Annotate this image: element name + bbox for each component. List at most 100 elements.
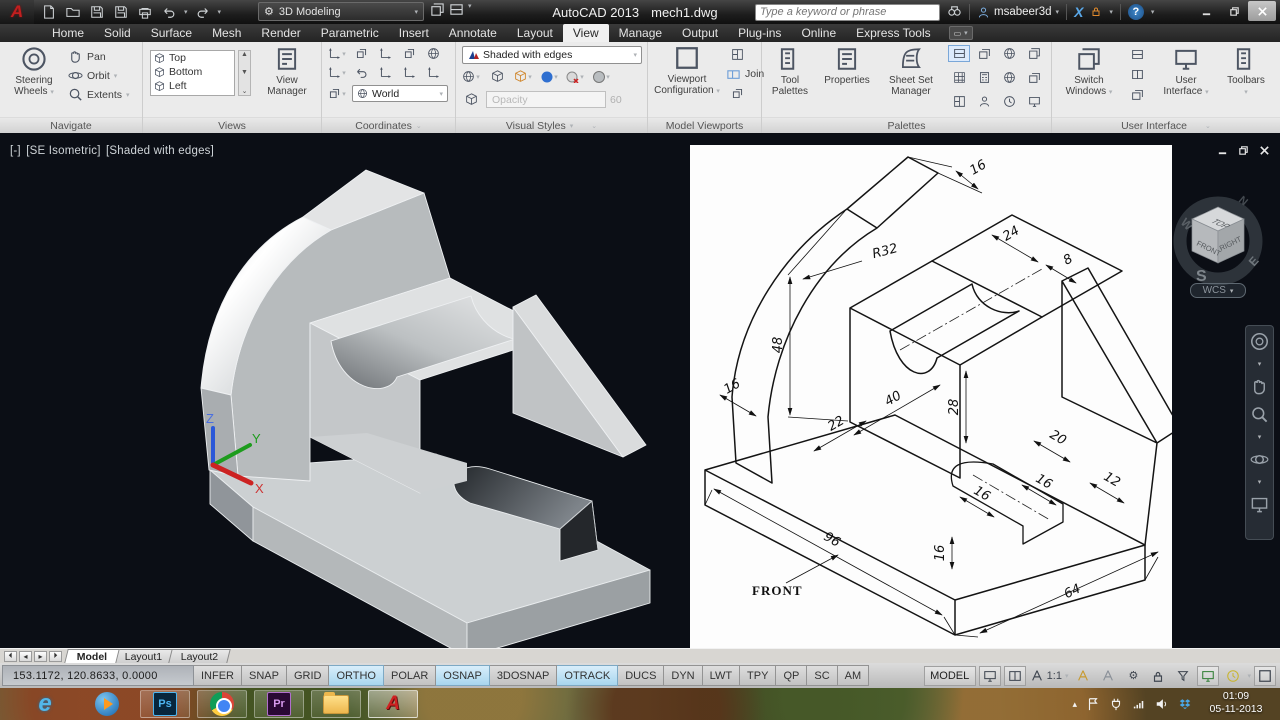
toggle-dyn[interactable]: DYN: [664, 665, 702, 686]
help-button[interactable]: ?: [1128, 4, 1144, 20]
ucs-view-button[interactable]: [422, 45, 444, 62]
showmotion-button[interactable]: [1250, 495, 1269, 514]
face-color-button[interactable]: ▾: [512, 68, 534, 85]
search-input[interactable]: [755, 4, 940, 21]
panel-title-views[interactable]: Views: [143, 117, 321, 133]
quick-view-layouts-button[interactable]: [979, 666, 1001, 686]
materials-browser-button[interactable]: [998, 45, 1020, 62]
toolbars-button[interactable]: Toolbars▾: [1220, 46, 1272, 98]
taskbar-premiere[interactable]: Pr: [254, 690, 304, 718]
opacity-icon[interactable]: [460, 91, 482, 108]
new-file-button[interactable]: [40, 3, 58, 21]
viewcube[interactable]: S E W N TOP FRONT RIGHT: [1172, 169, 1267, 294]
taskbar-clock[interactable]: 01:09 05-11-2013: [1198, 690, 1274, 716]
chevron-down-icon[interactable]: ▾: [468, 2, 472, 20]
toolbar-lock-button[interactable]: [1147, 666, 1169, 686]
tab-mesh[interactable]: Mesh: [202, 24, 251, 42]
recent-docs-icon[interactable]: [449, 2, 464, 20]
viewport-configuration-button[interactable]: Viewport Configuration ▾: [654, 45, 720, 97]
taskbar-explorer[interactable]: [311, 690, 361, 718]
orbit-button[interactable]: Orbit▾: [68, 66, 130, 85]
tray-overflow-icon[interactable]: ▴: [1072, 699, 1077, 710]
dropbox-icon[interactable]: [1178, 697, 1192, 711]
model-space-button[interactable]: MODEL: [924, 666, 976, 686]
action-center-flag-icon[interactable]: [1086, 697, 1100, 711]
toggle-qp[interactable]: QP: [776, 665, 807, 686]
tool-palettes-button[interactable]: Tool Palettes: [766, 46, 814, 97]
toggle-tpy[interactable]: TPY: [740, 665, 776, 686]
design-center-button[interactable]: [973, 93, 995, 110]
orbit-tool-button[interactable]: [1250, 450, 1269, 469]
exchange-lock-icon[interactable]: [1090, 5, 1102, 20]
performance-tuner-button[interactable]: [1222, 666, 1244, 686]
panel-title-coordinates[interactable]: Coordinates⌄: [322, 117, 455, 133]
dbconnect-button[interactable]: [948, 93, 970, 110]
view-control[interactable]: [SE Isometric]: [26, 145, 100, 157]
tab-layout2[interactable]: Layout2: [168, 649, 231, 663]
toggle-3dosnap[interactable]: 3DOSNAP: [490, 665, 558, 686]
advanced-render-settings-button[interactable]: [1023, 93, 1045, 110]
hardware-acceleration-button[interactable]: [1197, 666, 1219, 686]
tab-home[interactable]: Home: [42, 24, 94, 42]
redo-dropdown-icon[interactable]: ▾: [218, 8, 222, 16]
taskbar-internet-explorer[interactable]: e: [20, 690, 70, 718]
toggle-sc[interactable]: SC: [807, 665, 837, 686]
network-signal-icon[interactable]: [1132, 697, 1146, 711]
taskbar-autocad[interactable]: A: [368, 690, 418, 718]
switch-windows-button[interactable]: Switch Windows ▾: [1058, 46, 1120, 98]
pan-button[interactable]: Pan: [68, 47, 130, 66]
doc-close-button[interactable]: [1259, 145, 1270, 156]
save-button[interactable]: [88, 3, 106, 21]
undo-dropdown-icon[interactable]: ▾: [184, 8, 188, 16]
render-palette-button[interactable]: [998, 69, 1020, 86]
expand-icon[interactable]: ⌄: [242, 87, 248, 95]
command-line-button[interactable]: [948, 45, 970, 62]
tab-parametric[interactable]: Parametric: [311, 24, 389, 42]
toggle-osnap[interactable]: OSNAP: [436, 665, 490, 686]
toggle-infer[interactable]: INFER: [194, 665, 242, 686]
opacity-slider[interactable]: Opacity: [486, 91, 606, 108]
sun-properties-button[interactable]: [998, 93, 1020, 110]
cascade-windows-button[interactable]: [1126, 86, 1148, 103]
edge-effects-button[interactable]: [486, 68, 508, 85]
sheet-set-manager-button[interactable]: Sheet Set Manager: [880, 46, 942, 97]
toggle-ducs[interactable]: DUCS: [618, 665, 664, 686]
autoscale-button[interactable]: [1097, 666, 1119, 686]
steering-wheels-button[interactable]: Steering Wheels ▾: [6, 46, 62, 98]
named-viewports-button[interactable]: [726, 46, 748, 63]
quick-view-drawings-button[interactable]: [1004, 666, 1026, 686]
scroll-up-icon[interactable]: ▲: [241, 51, 248, 58]
tab-express-tools[interactable]: Express Tools: [846, 24, 940, 42]
ucs-origin-button[interactable]: [374, 45, 396, 62]
power-plug-icon[interactable]: [1109, 697, 1123, 711]
lights-palette-button[interactable]: [1023, 69, 1045, 86]
panel-title-user-interface[interactable]: User Interface⌄: [1052, 117, 1280, 133]
xray-button[interactable]: ▾: [564, 68, 586, 85]
next-tab-button[interactable]: ▸: [34, 651, 47, 662]
status-menu-icon[interactable]: ▾: [1247, 672, 1251, 680]
isolate-objects-button[interactable]: [1172, 666, 1194, 686]
chevron-down-icon[interactable]: ▾: [1109, 8, 1113, 16]
restore-button[interactable]: [1220, 1, 1248, 21]
workspace-switcher[interactable]: ⚙ 3D Modeling ▾: [258, 2, 424, 21]
tab-insert[interactable]: Insert: [389, 24, 439, 42]
undo-button[interactable]: [160, 3, 178, 21]
ucs-z-button[interactable]: [374, 64, 396, 81]
toggle-snap[interactable]: SNAP: [242, 665, 287, 686]
view-item-bottom[interactable]: Bottom: [151, 65, 234, 79]
shadow-sphere-button[interactable]: ▾: [538, 68, 560, 85]
tab-layout1[interactable]: Layout1: [113, 649, 176, 663]
tab-output[interactable]: Output: [672, 24, 728, 42]
doc-restore-button[interactable]: [1238, 145, 1249, 156]
search-icon[interactable]: [947, 3, 962, 21]
panel-title-model-viewports[interactable]: Model Viewports: [648, 117, 761, 133]
user-interface-button[interactable]: User Interface ▾: [1156, 46, 1216, 98]
open-file-button[interactable]: [64, 3, 82, 21]
ucs-previous-button[interactable]: [350, 64, 372, 81]
chevron-down-icon[interactable]: ▾: [1151, 8, 1155, 16]
app-menu-button[interactable]: A: [0, 0, 34, 24]
toggle-lwt[interactable]: LWT: [703, 665, 740, 686]
join-viewports-button[interactable]: Join: [726, 66, 764, 82]
pan-tool-button[interactable]: [1250, 377, 1269, 396]
tile-vertically-button[interactable]: [1126, 66, 1148, 83]
